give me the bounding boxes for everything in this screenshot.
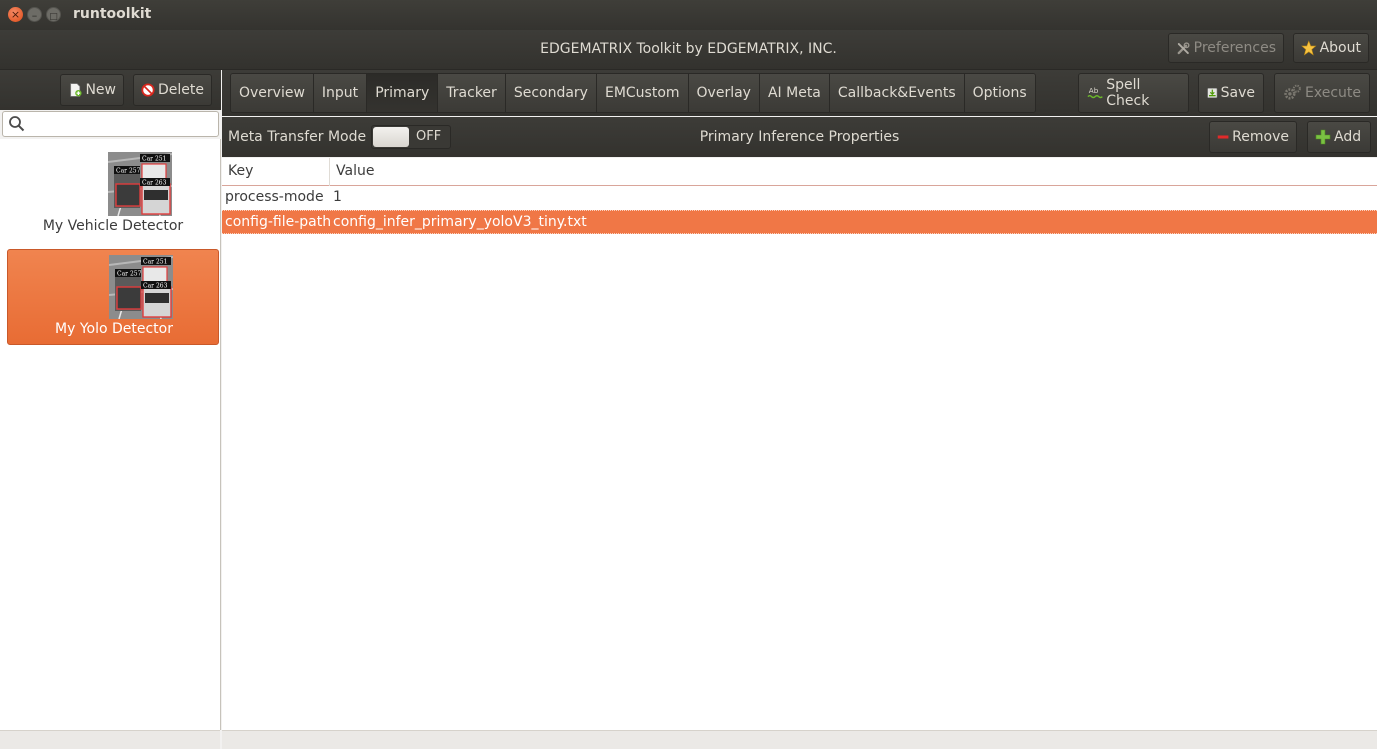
add-label: Add: [1334, 129, 1362, 145]
project-item-label: My Vehicle Detector: [42, 218, 184, 234]
row-key[interactable]: config-file-path: [225, 214, 331, 230]
tab-callback-events[interactable]: Callback&Events: [829, 74, 965, 112]
project-thumbnail: Car 257 Car 251 Car 263: [109, 255, 173, 319]
add-button[interactable]: Add: [1307, 121, 1371, 153]
main-status-bar: [222, 730, 1377, 749]
tab-overview[interactable]: Overview: [231, 74, 314, 112]
preferences-label: Preferences: [1193, 40, 1276, 56]
tab-emcustom[interactable]: EMCustom: [596, 74, 689, 112]
delete-label: Delete: [158, 82, 204, 98]
search-box[interactable]: [2, 111, 219, 137]
header-bar: EDGEMATRIX Toolkit by EDGEMATRIX, INC. P…: [0, 30, 1377, 70]
tab-bar: Overview Input Primary Tracker Secondary…: [230, 73, 1036, 113]
new-button[interactable]: New: [60, 74, 124, 106]
table-row[interactable]: config-file-path config_infer_primary_yo…: [222, 210, 1377, 234]
thumbnail-caption: Car 251: [143, 259, 167, 266]
tab-primary[interactable]: Primary: [367, 74, 439, 112]
column-header-key[interactable]: Key: [228, 163, 253, 179]
spell-check-label: Spell Check: [1106, 77, 1150, 109]
new-document-icon: [70, 83, 82, 97]
star-icon: [1301, 40, 1317, 56]
close-icon: ×: [10, 8, 21, 21]
project-item-vehicle-detector[interactable]: Car 257 Car 251 Car 263 My Vehicle Detec…: [7, 147, 219, 243]
minimize-icon: –: [31, 9, 38, 22]
search-icon: [9, 116, 25, 132]
tools-icon: [1177, 41, 1190, 54]
search-input[interactable]: [27, 114, 216, 136]
thumbnail-caption: Car 257: [116, 168, 141, 175]
save-label: Save: [1220, 85, 1255, 101]
row-key[interactable]: process-mode: [225, 189, 324, 205]
execute-button[interactable]: Execute: [1274, 73, 1370, 113]
window-minimize-button[interactable]: –: [27, 7, 42, 22]
thumbnail-caption: Car 263: [142, 180, 167, 187]
remove-button[interactable]: Remove: [1209, 121, 1297, 153]
column-header-value[interactable]: Value: [336, 163, 374, 179]
spell-check-button[interactable]: Ab Spell Check: [1078, 73, 1189, 113]
no-entry-icon: [141, 83, 155, 97]
window-title: runtoolkit: [73, 6, 152, 22]
window-maximize-button[interactable]: □: [46, 7, 61, 22]
sidebar-status-bar: [0, 730, 220, 749]
tab-options[interactable]: Options: [964, 74, 1035, 112]
table-header: Key Value: [222, 158, 1377, 186]
row-value[interactable]: config_infer_primary_yoloV3_tiny.txt: [333, 214, 587, 230]
thumbnail-caption: Car 251: [142, 156, 166, 163]
gears-icon: [1284, 84, 1301, 100]
project-item-label: My Yolo Detector: [55, 321, 173, 337]
tab-tracker[interactable]: Tracker: [438, 74, 506, 112]
execute-label: Execute: [1305, 85, 1361, 101]
table-row[interactable]: process-mode 1: [222, 186, 1377, 210]
row-value[interactable]: 1: [333, 189, 342, 205]
about-label: About: [1319, 40, 1361, 56]
project-item-yolo-detector[interactable]: Car 257 Car 251 Car 263 My Yolo Detector: [7, 249, 219, 345]
about-button[interactable]: About: [1293, 33, 1369, 63]
properties-table: Key Value process-mode 1 config-file-pat…: [222, 158, 1377, 730]
tab-secondary[interactable]: Secondary: [505, 74, 597, 112]
properties-bar: Meta Transfer Mode OFF Primary Inference…: [222, 117, 1377, 157]
save-button[interactable]: Save: [1198, 73, 1264, 113]
properties-title: Primary Inference Properties: [699, 129, 900, 145]
remove-label: Remove: [1232, 129, 1289, 145]
tab-overlay[interactable]: Overlay: [688, 74, 760, 112]
column-divider[interactable]: [329, 158, 330, 186]
remove-icon: [1217, 135, 1229, 139]
main-toolbar: Overview Input Primary Tracker Secondary…: [222, 70, 1377, 116]
window-titlebar: × – □ runtoolkit: [0, 0, 1377, 30]
tab-ai-meta[interactable]: AI Meta: [759, 74, 830, 112]
tab-input[interactable]: Input: [313, 74, 368, 112]
project-thumbnail: Car 257 Car 251 Car 263: [108, 152, 172, 216]
window-close-button[interactable]: ×: [8, 7, 23, 22]
spell-check-icon-text: Ab: [1089, 86, 1099, 95]
thumbnail-caption: Car 257: [117, 271, 142, 278]
add-icon: [1315, 129, 1331, 145]
preferences-button[interactable]: Preferences: [1168, 33, 1284, 63]
new-label: New: [85, 82, 116, 98]
delete-button[interactable]: Delete: [133, 74, 212, 106]
maximize-icon: □: [49, 12, 58, 22]
thumbnail-caption: Car 263: [143, 283, 168, 290]
save-icon: [1207, 88, 1218, 98]
sidebar-toolbar: New Delete: [0, 70, 221, 110]
spell-check-icon: Ab: [1087, 86, 1103, 99]
project-list: Car 257 Car 251 Car 263 My Vehicle Detec…: [0, 139, 221, 730]
